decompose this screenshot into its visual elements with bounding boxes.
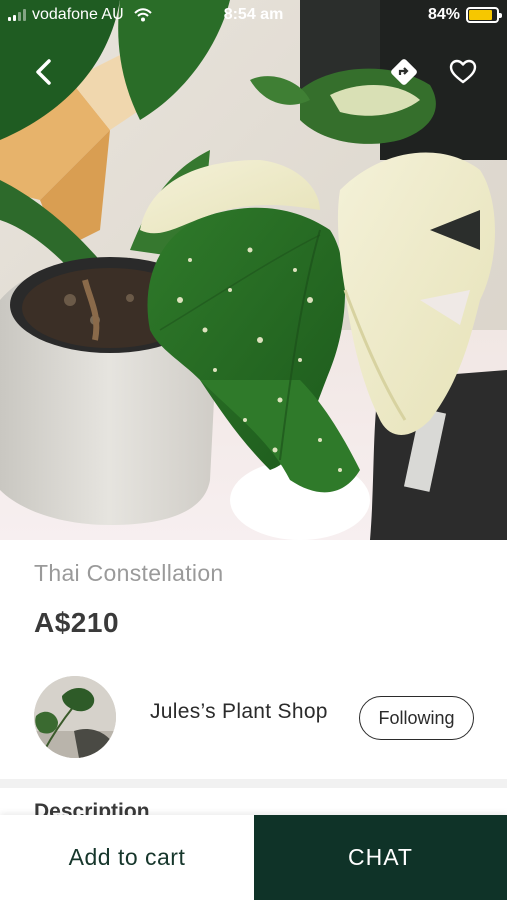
chevron-left-icon [36,59,51,85]
heart-outline-icon [449,59,477,84]
battery-icon [466,7,502,23]
battery-percent: 84% [427,6,460,23]
add-to-cart-button[interactable]: Add to cart [0,815,254,900]
product-price: A$210 [34,607,120,638]
product-title: Thai Constellation [34,560,224,586]
monstera-leaf-avatar [34,676,116,758]
following-button[interactable]: Following [359,696,474,740]
directions-button[interactable] [387,55,421,89]
product-image[interactable]: vodafone AU 8:54 am 84% [0,0,507,540]
seller-section[interactable]: Jules’s Plant Shop Following [34,676,474,760]
favorite-button[interactable] [446,55,480,89]
description-heading: Description [34,800,150,816]
directions-icon [391,59,417,85]
chat-button[interactable]: CHAT [254,815,507,900]
seller-avatar[interactable] [34,676,116,758]
seller-name[interactable]: Jules’s Plant Shop [150,700,328,724]
status-right: 84% [427,6,502,24]
status-bar: vodafone AU 8:54 am 84% [0,0,507,30]
section-divider [0,779,507,788]
back-button[interactable] [27,55,61,89]
battery-level [469,10,492,20]
bottom-action-bar: Add to cart CHAT [0,815,507,900]
plant-photo [0,0,507,540]
